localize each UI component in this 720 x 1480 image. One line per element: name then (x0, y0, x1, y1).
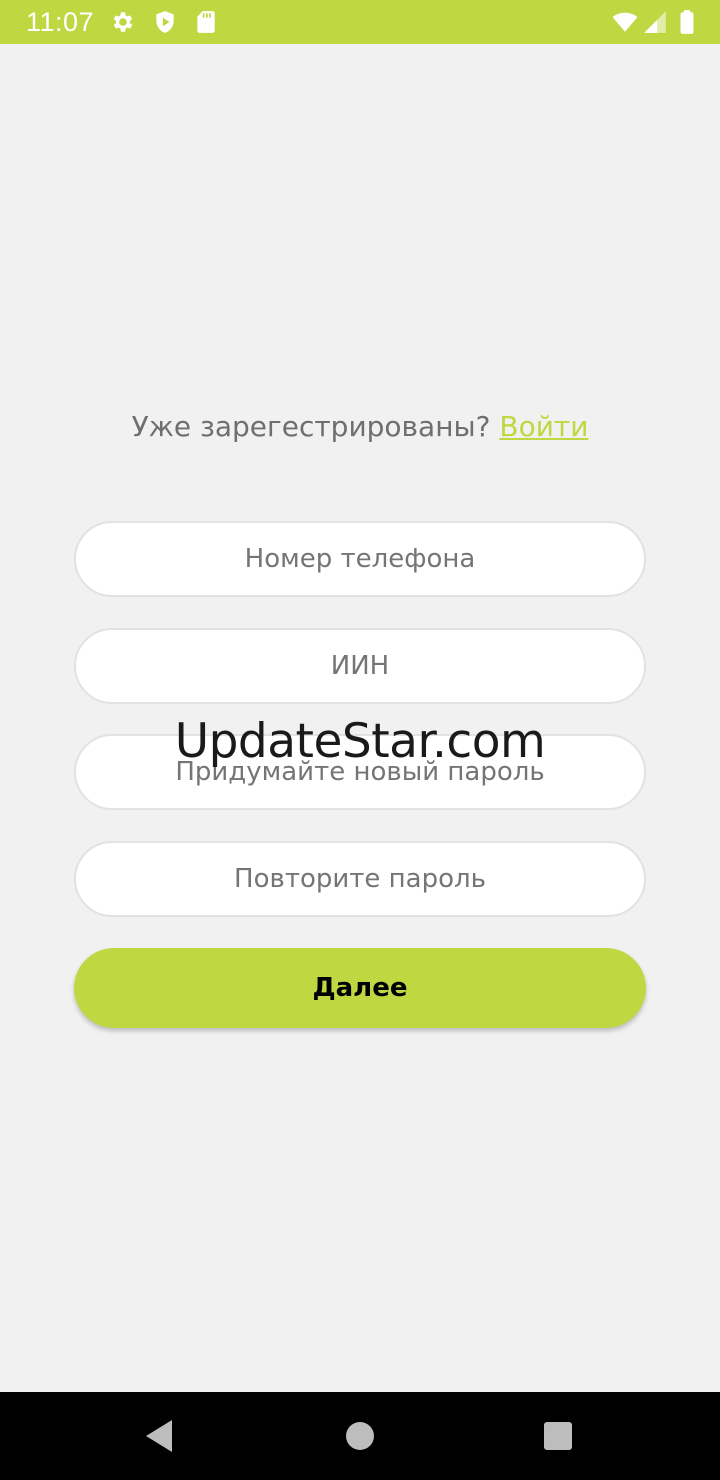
settings-gear-icon (110, 9, 136, 35)
iin-input[interactable] (74, 628, 646, 704)
phone-input[interactable] (74, 521, 646, 597)
repeat-password-input[interactable] (74, 841, 646, 917)
login-prompt: Уже зарегестрированы? Войти (0, 410, 720, 443)
status-bar: 11:07 (0, 0, 720, 44)
status-time: 11:07 (26, 7, 95, 37)
back-icon[interactable] (138, 1414, 182, 1458)
shield-play-icon (152, 9, 178, 35)
navigation-bar (0, 1392, 720, 1480)
new-password-input[interactable] (74, 734, 646, 810)
next-button[interactable]: Далее (74, 948, 646, 1028)
sd-card-icon (193, 9, 219, 35)
login-link[interactable]: Войти (499, 410, 588, 443)
cell-signal-icon (642, 9, 668, 35)
login-prompt-text: Уже зарегестрированы? (131, 410, 500, 443)
home-icon[interactable] (338, 1414, 382, 1458)
registration-screen: 11:07 Уже зарегестрированы? Войти Далее … (0, 0, 720, 1480)
recents-icon[interactable] (536, 1414, 580, 1458)
battery-icon (674, 9, 700, 35)
wifi-icon (610, 9, 640, 35)
